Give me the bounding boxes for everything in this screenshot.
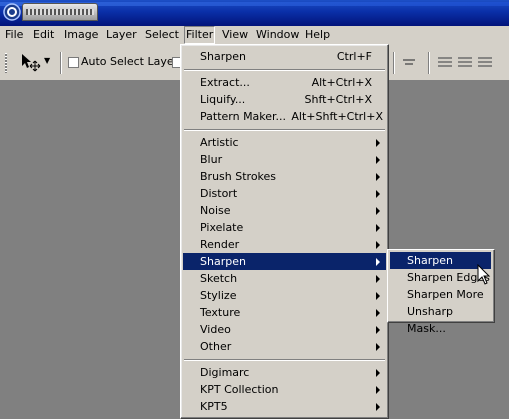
submenu-arrow-icon	[376, 258, 380, 266]
title-bar	[0, 0, 509, 27]
sharpen-submenu: Sharpen Sharpen Edges Sharpen More Unsha…	[387, 249, 495, 335]
menu-item-distort[interactable]: Distort	[183, 185, 386, 202]
menu-layer[interactable]: Layer	[105, 27, 138, 43]
menu-item-blur[interactable]: Blur	[183, 151, 386, 168]
move-tool-icon[interactable]	[20, 53, 42, 73]
menu-item-extract[interactable]: Extract... Alt+Ctrl+X	[183, 74, 386, 91]
divider	[60, 52, 62, 74]
menu-item-sketch[interactable]: Sketch	[183, 270, 386, 287]
submenu-arrow-icon	[376, 156, 380, 164]
submenu-arrow-icon	[376, 139, 380, 147]
menu-edit[interactable]: Edit	[32, 27, 55, 43]
window-caption-tab	[22, 3, 98, 21]
submenu-arrow-icon	[376, 309, 380, 317]
menu-file[interactable]: File	[4, 27, 24, 43]
menu-item-digimarc[interactable]: Digimarc	[183, 364, 386, 381]
menu-window[interactable]: Window	[255, 27, 300, 43]
menu-item-kpt5[interactable]: KPT5	[183, 398, 386, 415]
auto-select-layer-label: Auto Select Layer	[81, 55, 179, 68]
submenu-arrow-icon	[376, 369, 380, 377]
menu-bar: File Edit Image Layer Select Filter View…	[0, 26, 509, 46]
submenu-arrow-icon	[376, 190, 380, 198]
menu-item-pattern-maker[interactable]: Pattern Maker... Alt+Shft+Ctrl+X	[183, 108, 386, 125]
auto-select-layer-checkbox[interactable]	[68, 57, 79, 68]
menu-item-kpt-collection[interactable]: KPT Collection	[183, 381, 386, 398]
submenu-arrow-icon	[376, 403, 380, 411]
menu-item-texture[interactable]: Texture	[183, 304, 386, 321]
menu-item-noise[interactable]: Noise	[183, 202, 386, 219]
menu-item-render[interactable]: Render	[183, 236, 386, 253]
submenu-arrow-icon	[376, 386, 380, 394]
divider	[428, 52, 430, 74]
distribute-center-icon[interactable]	[458, 57, 472, 67]
distribute-bottom-icon[interactable]	[478, 57, 492, 67]
menu-select[interactable]: Select	[144, 27, 180, 43]
menu-item-video[interactable]: Video	[183, 321, 386, 338]
submenu-item-sharpen-edges[interactable]: Sharpen Edges	[390, 269, 491, 286]
menu-item-pixelate[interactable]: Pixelate	[183, 219, 386, 236]
menu-separator	[184, 69, 385, 71]
submenu-arrow-icon	[376, 275, 380, 283]
menu-item-artistic[interactable]: Artistic	[183, 134, 386, 151]
toolbar-grip[interactable]	[5, 53, 7, 73]
menu-view[interactable]: View	[221, 27, 249, 43]
distribute-top-icon[interactable]	[438, 57, 452, 67]
submenu-arrow-icon	[376, 173, 380, 181]
menu-item-liquify[interactable]: Liquify... Shft+Ctrl+X	[183, 91, 386, 108]
submenu-arrow-icon	[376, 241, 380, 249]
tool-preset-chevron-icon[interactable]: ▼	[44, 57, 50, 65]
submenu-item-unsharp-mask[interactable]: Unsharp Mask...	[390, 303, 491, 335]
menu-item-last-filter[interactable]: Sharpen Ctrl+F	[183, 48, 386, 65]
submenu-arrow-icon	[376, 292, 380, 300]
submenu-item-sharpen[interactable]: Sharpen	[390, 252, 491, 269]
menu-item-other[interactable]: Other	[183, 338, 386, 355]
menu-item-sharpen[interactable]: Sharpen	[183, 253, 386, 270]
menu-image[interactable]: Image	[63, 27, 99, 43]
submenu-arrow-icon	[376, 326, 380, 334]
mouse-cursor-icon	[477, 264, 491, 285]
menu-item-stylize[interactable]: Stylize	[183, 287, 386, 304]
menu-help[interactable]: Help	[304, 27, 331, 43]
submenu-arrow-icon	[376, 343, 380, 351]
divider	[393, 52, 395, 74]
submenu-item-sharpen-more[interactable]: Sharpen More	[390, 286, 491, 303]
align-bottom-icon[interactable]	[402, 57, 416, 67]
menu-separator	[184, 129, 385, 131]
menu-item-brush-strokes[interactable]: Brush Strokes	[183, 168, 386, 185]
submenu-arrow-icon	[376, 207, 380, 215]
menu-separator	[184, 359, 385, 361]
submenu-arrow-icon	[376, 224, 380, 232]
app-icon[interactable]	[2, 2, 22, 22]
filter-menu: Sharpen Ctrl+F Extract... Alt+Ctrl+X Liq…	[180, 44, 389, 419]
menu-filter[interactable]: Filter	[184, 26, 216, 44]
